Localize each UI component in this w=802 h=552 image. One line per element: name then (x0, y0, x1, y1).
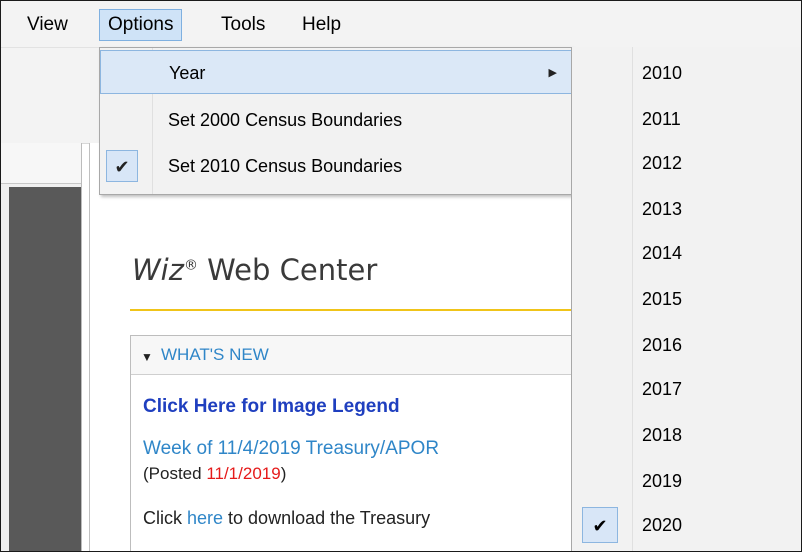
menu-bar: View Options Tools Help (1, 1, 801, 48)
posted-date: 11/1/2019 (206, 464, 281, 483)
posted-date-line: (Posted 11/1/2019) (143, 464, 286, 484)
whats-new-title[interactable]: WHAT'S NEW (161, 345, 269, 365)
brand-name: Wiz (132, 253, 184, 287)
year-item-2012[interactable]: 2012 (642, 143, 682, 183)
year-item-2017[interactable]: 2017 (642, 369, 682, 409)
download-suffix: to download the Treasury (223, 508, 431, 528)
year-item-2020[interactable]: 2020 (642, 505, 682, 545)
year-item-2010[interactable]: 2010 (642, 53, 682, 93)
year-submenu: 2010 2011 2012 2013 2014 2015 2016 2017 … (571, 47, 801, 551)
menu-tools[interactable]: Tools (213, 9, 273, 41)
menu-view[interactable]: View (19, 9, 76, 41)
registered-mark: ® (183, 257, 198, 274)
menu-item-set-2010-label: Set 2010 Census Boundaries (168, 156, 403, 176)
menu-item-set-2000-census[interactable]: Set 2000 Census Boundaries (100, 98, 572, 142)
year-item-2018[interactable]: 2018 (642, 415, 682, 455)
download-here-link[interactable]: here (187, 508, 223, 528)
posted-open: (Posted (143, 464, 207, 483)
year-checkmark-icon: ✔ (582, 507, 618, 543)
download-line: Click here to download the Treasury (143, 508, 430, 529)
left-panel-tabstrip[interactable] (1, 143, 81, 184)
app-window: View Options Tools Help Wiz® Web Center … (0, 0, 802, 552)
treasury-apor-link[interactable]: Week of 11/4/2019 Treasury/APOR (143, 438, 439, 460)
menu-help[interactable]: Help (294, 9, 349, 41)
year-item-2016[interactable]: 2016 (642, 325, 682, 365)
left-panel (1, 143, 82, 551)
year-item-2014[interactable]: 2014 (642, 233, 682, 273)
submenu-arrow-icon: ▶ (548, 67, 557, 79)
left-panel-content (9, 187, 81, 551)
year-item-2015[interactable]: 2015 (642, 279, 682, 319)
menu-item-set-2000-label: Set 2000 Census Boundaries (168, 110, 403, 130)
menu-item-set-2010-census[interactable]: ✔ Set 2010 Census Boundaries (100, 144, 572, 188)
submenu-icon-gutter (572, 47, 633, 551)
web-center-title: Wiz® Web Center (132, 253, 377, 287)
posted-close: ) (280, 464, 287, 483)
options-dropdown: Year ▶ Set 2000 Census Boundaries ✔ Set … (99, 47, 573, 195)
collapse-arrow-icon[interactable]: ▼ (141, 350, 153, 364)
year-item-2011[interactable]: 2011 (642, 99, 681, 139)
year-item-2013[interactable]: 2013 (642, 189, 682, 229)
brand-suffix: Web Center (197, 253, 378, 287)
menu-item-year-label: Year (169, 63, 206, 83)
checkmark-icon: ✔ (106, 150, 138, 182)
year-item-2019[interactable]: 2019 (642, 461, 682, 501)
menu-options[interactable]: Options (99, 9, 183, 41)
download-prefix: Click (143, 508, 187, 528)
image-legend-link[interactable]: Click Here for Image Legend (143, 396, 400, 418)
menu-item-year[interactable]: Year ▶ (100, 50, 572, 94)
